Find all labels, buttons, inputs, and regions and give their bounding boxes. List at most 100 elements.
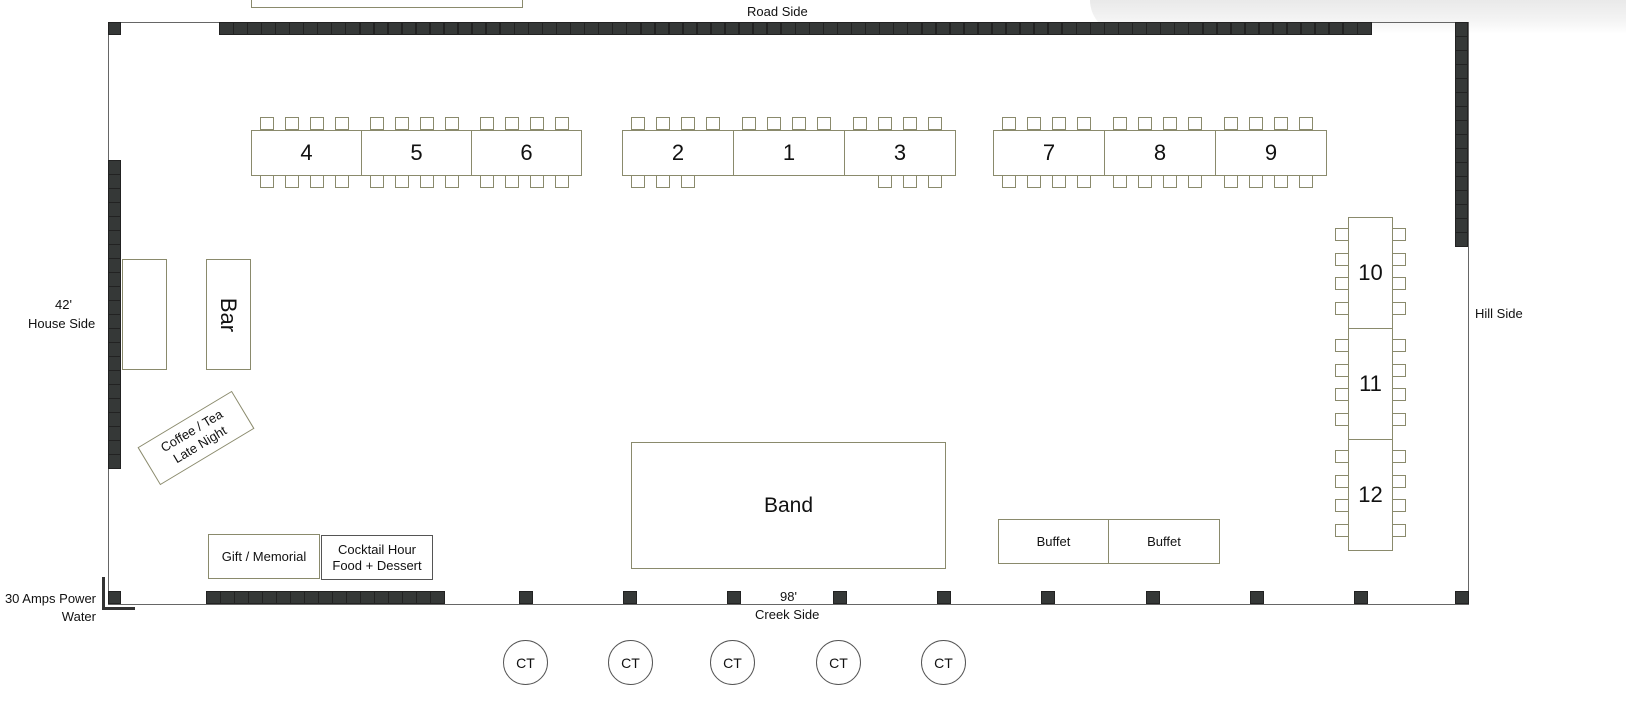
chair (1163, 175, 1177, 188)
chair (1138, 117, 1152, 130)
wall-panel (108, 342, 121, 357)
wall-panel (1455, 148, 1468, 163)
wall-panel (275, 22, 290, 35)
chair (1335, 450, 1349, 463)
chair (1299, 175, 1313, 188)
chair (1113, 117, 1127, 130)
chair (310, 117, 324, 130)
wall-panel (612, 22, 627, 35)
wall-panel (1146, 591, 1160, 604)
wall-panel (949, 22, 965, 35)
chair (767, 117, 781, 130)
wall-panel (823, 22, 838, 35)
chair (530, 175, 544, 188)
chair (1392, 363, 1406, 377)
chair (445, 117, 459, 130)
cocktail-table: CT (710, 640, 755, 685)
chair (706, 117, 720, 130)
wall-panel (542, 22, 557, 35)
wall-panel (290, 591, 305, 604)
chair (1335, 339, 1349, 352)
wall-panel (108, 591, 121, 604)
wall-panel (514, 22, 529, 35)
partial-table-top (251, 0, 523, 8)
chair (310, 175, 324, 188)
wall-panel (1047, 22, 1063, 35)
wall-panel (108, 412, 121, 427)
wall-panel (108, 356, 121, 371)
wall-panel (1250, 591, 1264, 604)
chair (1335, 412, 1349, 426)
wall-panel (724, 22, 740, 35)
wall-panel (1455, 218, 1468, 233)
chair (1335, 388, 1349, 401)
table-10: 10 (1348, 217, 1393, 329)
wall-panel (1286, 22, 1302, 35)
wall-panel (879, 22, 894, 35)
wall-panel (262, 591, 277, 604)
wall-panel (500, 22, 515, 35)
wall-panel (626, 22, 641, 35)
wall-panel (682, 22, 698, 35)
chair (1392, 339, 1406, 352)
wall-panel (108, 244, 121, 259)
chair (1335, 252, 1349, 266)
wall-panel (1455, 22, 1468, 37)
wall-panel (1041, 591, 1055, 604)
wall-panel (1357, 22, 1372, 35)
chair (1335, 499, 1349, 512)
chair (1335, 474, 1349, 488)
chair (853, 117, 867, 130)
wall-panel (360, 591, 375, 604)
wall-panel (108, 426, 121, 441)
wall-panel (865, 22, 880, 35)
wall-panel (108, 272, 121, 287)
wall-panel (584, 22, 599, 35)
wall-panel (1090, 22, 1105, 35)
wall-panel (696, 22, 712, 35)
wall-panel (795, 22, 810, 35)
chair (285, 117, 299, 130)
table-6: 6 (471, 130, 582, 176)
wall-panel (247, 22, 262, 35)
wall-panel (963, 22, 979, 35)
chair (1335, 301, 1349, 315)
wall-panel (1354, 591, 1368, 604)
wall-panel (471, 22, 487, 35)
road-side-label: Road Side (747, 4, 808, 19)
chair (903, 117, 917, 130)
chair (1077, 117, 1091, 130)
wall-panel (108, 300, 121, 315)
wall-panel (1455, 92, 1468, 107)
chair (1224, 175, 1238, 188)
chair (335, 117, 349, 130)
chair (370, 175, 384, 188)
wall-panel (415, 22, 431, 35)
chair (631, 175, 645, 188)
wall-panel (1230, 22, 1246, 35)
wall-panel (108, 160, 121, 175)
chair (817, 117, 831, 130)
chair (1392, 388, 1406, 401)
chair (555, 175, 569, 188)
wall-panel (108, 22, 121, 35)
wall-panel (1455, 591, 1469, 604)
wall-panel (429, 22, 445, 35)
chair (1077, 175, 1091, 188)
chair (1027, 175, 1041, 188)
cocktail-table: CT (921, 640, 966, 685)
wall-panel (108, 440, 121, 455)
wall-panel (234, 591, 249, 604)
wall-panel (1455, 120, 1468, 135)
chair (1392, 474, 1406, 488)
wall-panel (668, 22, 684, 35)
wall-panel (402, 591, 417, 604)
wall-panel (416, 591, 431, 604)
bar-station: Bar (206, 259, 251, 370)
buffet-table-2: Buffet (1108, 519, 1220, 564)
chair (1392, 523, 1406, 537)
wall-panel (921, 22, 936, 35)
chair (1002, 117, 1016, 130)
wall-panel (1160, 22, 1175, 35)
chair (260, 175, 274, 188)
